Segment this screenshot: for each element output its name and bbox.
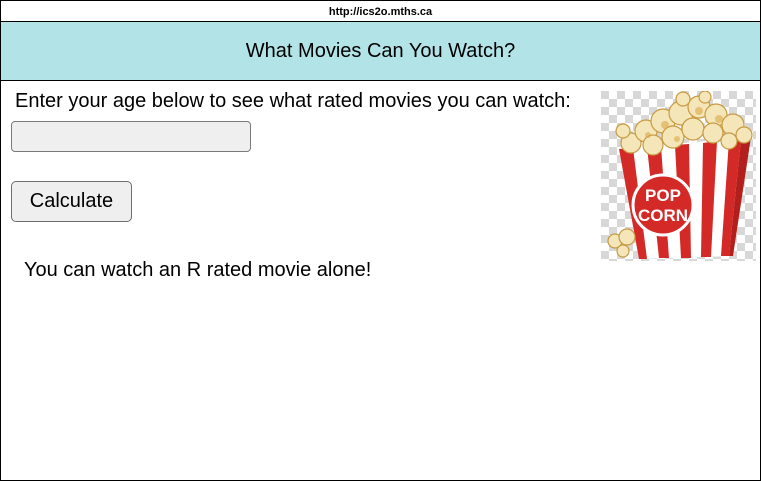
page-title: What Movies Can You Watch? <box>245 40 516 62</box>
svg-text:CORN: CORN <box>638 206 688 225</box>
popcorn-icon: POP CORN <box>601 91 756 261</box>
browser-window: http://ics2o.mths.ca What Movies Can You… <box>0 0 761 481</box>
url-bar: http://ics2o.mths.ca <box>1 1 760 22</box>
page-header: What Movies Can You Watch? <box>1 22 760 81</box>
svg-text:POP: POP <box>645 186 681 205</box>
calculate-button[interactable]: Calculate <box>11 181 132 222</box>
age-prompt: Enter your age below to see what rated m… <box>15 90 571 112</box>
result-message: You can watch an R rated movie alone! <box>24 259 372 281</box>
age-input[interactable] <box>11 121 251 152</box>
